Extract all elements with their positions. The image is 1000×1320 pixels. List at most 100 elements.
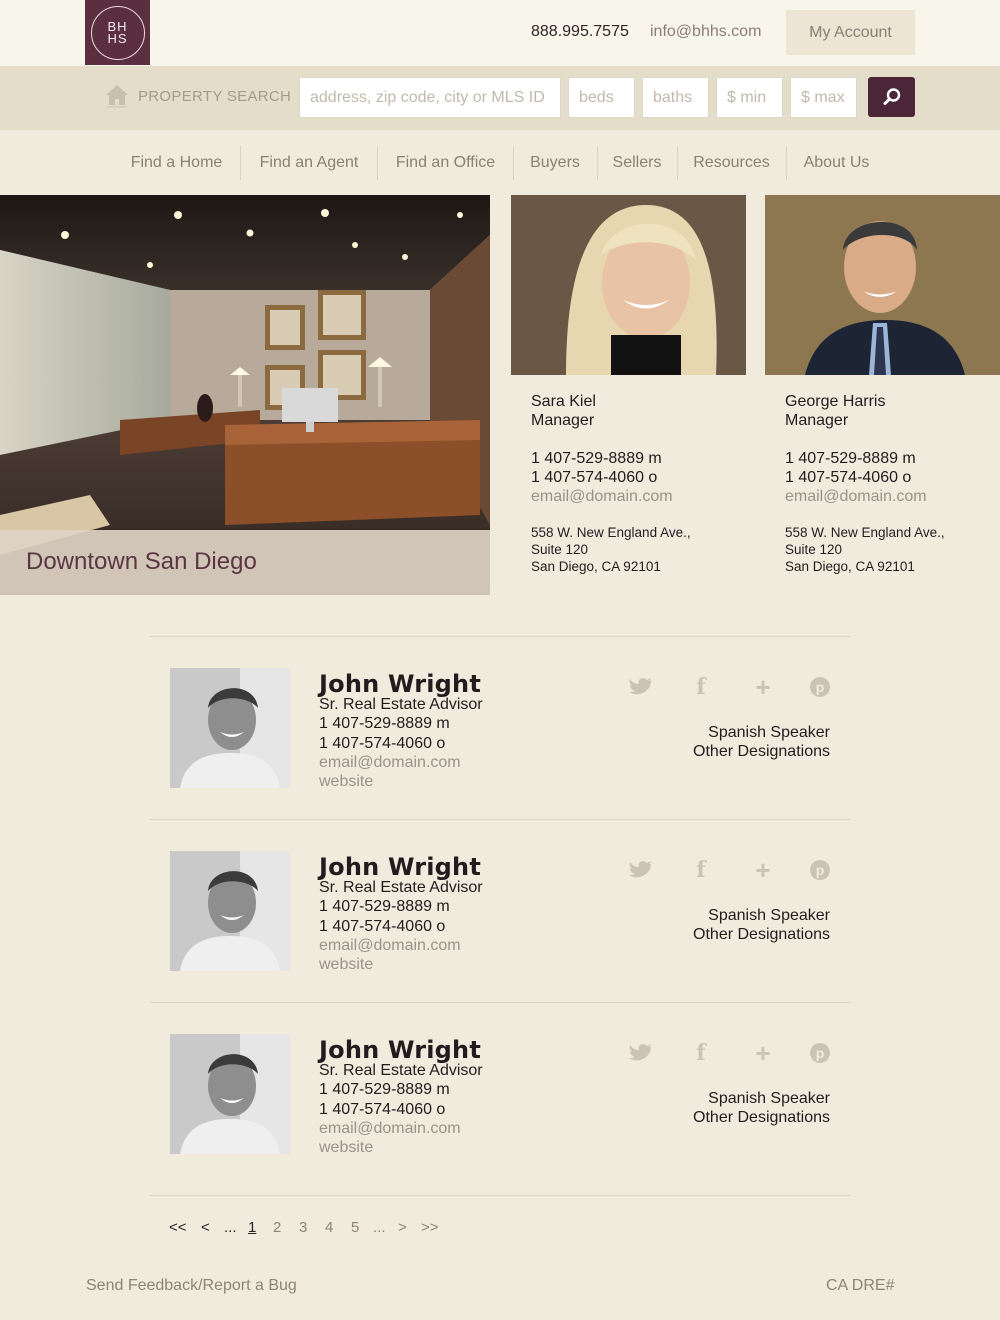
manager-name[interactable]: George Harris <box>785 392 1000 411</box>
manager-address-line: 558 W. New England Ave., <box>785 525 945 540</box>
agent-office-phone[interactable]: 1 407-574-4060 o <box>319 735 445 753</box>
agent-mobile[interactable]: 1 407-529-8889 m <box>319 715 450 733</box>
agent-name[interactable]: John Wright <box>319 670 481 698</box>
feedback-link[interactable]: Send Feedback/Report a Bug <box>86 1277 297 1295</box>
nav-find-an-office[interactable]: Find an Office <box>385 147 506 179</box>
agent-website[interactable]: website <box>319 956 373 974</box>
agent-designation: Other Designations <box>693 926 830 943</box>
svg-text:p: p <box>816 1045 825 1061</box>
pagination-next[interactable]: > <box>398 1219 407 1236</box>
section-divider <box>150 636 851 637</box>
pagination-page-5[interactable]: 5 <box>351 1219 359 1236</box>
manager-card: Sara Kiel Manager 1 407-529-8889 m 1 407… <box>531 392 746 575</box>
twitter-icon[interactable] <box>629 676 655 698</box>
twitter-icon[interactable] <box>629 1042 655 1064</box>
manager-portrait-image <box>511 195 746 375</box>
my-account-button[interactable]: My Account <box>786 10 915 55</box>
pagination-page-2[interactable]: 2 <box>273 1219 281 1236</box>
agent-designation: Other Designations <box>693 1109 830 1126</box>
agent-row: John Wright Sr. Real Estate Advisor 1 40… <box>150 668 851 808</box>
manager-office-phone[interactable]: 1 407-574-4060 o <box>785 468 1000 487</box>
agent-mobile[interactable]: 1 407-529-8889 m <box>319 898 450 916</box>
nav-sellers[interactable]: Sellers <box>604 147 670 179</box>
manager-email[interactable]: email@domain.com <box>531 487 746 507</box>
nav-divider <box>240 146 241 180</box>
pinterest-icon[interactable]: p <box>807 676 833 698</box>
agent-office-phone[interactable]: 1 407-574-4060 o <box>319 918 445 936</box>
pagination-last[interactable]: >> <box>421 1219 439 1236</box>
address-search-input[interactable] <box>299 77 561 118</box>
manager-name[interactable]: Sara Kiel <box>531 392 746 411</box>
baths-input[interactable] <box>642 77 709 118</box>
beds-input[interactable] <box>568 77 635 118</box>
manager-photo-sara <box>511 195 746 375</box>
agent-name[interactable]: John Wright <box>319 1036 481 1064</box>
google-plus-icon[interactable]: + <box>750 855 776 885</box>
search-button[interactable] <box>868 77 915 117</box>
pagination-page-1[interactable]: 1 <box>248 1219 256 1236</box>
agent-mobile[interactable]: 1 407-529-8889 m <box>319 1081 450 1099</box>
agent-photo[interactable] <box>170 851 290 971</box>
manager-mobile[interactable]: 1 407-529-8889 m <box>531 449 746 468</box>
manager-address-line: Suite 120 <box>785 542 843 557</box>
manager-office-phone[interactable]: 1 407-574-4060 o <box>531 468 746 487</box>
agent-website[interactable]: website <box>319 773 373 791</box>
facebook-icon[interactable]: f <box>688 674 714 700</box>
nav-divider <box>377 146 378 180</box>
svg-text:p: p <box>816 862 825 878</box>
min-price-input[interactable] <box>716 77 783 118</box>
nav-divider <box>513 146 514 180</box>
pagination-first[interactable]: << <box>169 1219 187 1236</box>
nav-find-a-home[interactable]: Find a Home <box>120 147 233 179</box>
pagination-prev[interactable]: < <box>201 1219 210 1236</box>
agent-email[interactable]: email@domain.com <box>319 1120 461 1138</box>
agent-portrait-image <box>170 851 290 971</box>
search-icon <box>883 88 900 105</box>
nav-divider <box>597 146 598 180</box>
brand-logo[interactable]: BH HS <box>85 0 150 65</box>
nav-buyers[interactable]: Buyers <box>521 147 589 179</box>
manager-email[interactable]: email@domain.com <box>785 487 1000 507</box>
license-label: CA DRE# <box>826 1277 895 1294</box>
facebook-icon[interactable]: f <box>688 857 714 883</box>
home-icon <box>106 85 128 108</box>
pagination-page-3[interactable]: 3 <box>299 1219 307 1236</box>
header-email[interactable]: info@bhhs.com <box>650 23 761 41</box>
pagination-page-4[interactable]: 4 <box>325 1219 333 1236</box>
logo-seal-icon: BH HS <box>90 5 145 60</box>
nav-find-an-agent[interactable]: Find an Agent <box>248 147 370 179</box>
manager-title: Manager <box>531 412 595 429</box>
agent-photo[interactable] <box>170 668 290 788</box>
nav-divider <box>677 146 678 180</box>
nav-divider <box>786 146 787 180</box>
google-plus-icon[interactable]: + <box>750 672 776 702</box>
twitter-icon[interactable] <box>629 859 655 881</box>
property-search-bar: PROPERTY SEARCH <box>0 66 1000 130</box>
manager-photo-george <box>765 195 1000 375</box>
header-phone[interactable]: 888.995.7575 <box>531 23 629 41</box>
nav-about-us[interactable]: About Us <box>793 147 880 179</box>
agent-email[interactable]: email@domain.com <box>319 937 461 955</box>
office-name[interactable]: Downtown San Diego <box>26 548 257 576</box>
facebook-icon[interactable]: f <box>688 1040 714 1066</box>
agent-photo[interactable] <box>170 1034 290 1154</box>
agent-designation: Spanish Speaker <box>708 907 830 924</box>
agent-email[interactable]: email@domain.com <box>319 754 461 772</box>
agent-title: Sr. Real Estate Advisor <box>319 879 483 896</box>
agent-row: John Wright Sr. Real Estate Advisor 1 40… <box>150 851 851 991</box>
agent-row: John Wright Sr. Real Estate Advisor 1 40… <box>150 1034 851 1174</box>
manager-title: Manager <box>785 412 849 429</box>
manager-address-line: 558 W. New England Ave., <box>531 525 691 540</box>
pinterest-icon[interactable]: p <box>807 859 833 881</box>
manager-card: George Harris Manager 1 407-529-8889 m 1… <box>785 392 1000 575</box>
agent-website[interactable]: website <box>319 1139 373 1157</box>
manager-address-line: Suite 120 <box>531 542 589 557</box>
agent-name[interactable]: John Wright <box>319 853 481 881</box>
nav-resources[interactable]: Resources <box>685 147 778 179</box>
pinterest-icon[interactable]: p <box>807 1042 833 1064</box>
manager-mobile[interactable]: 1 407-529-8889 m <box>785 449 1000 468</box>
agent-office-phone[interactable]: 1 407-574-4060 o <box>319 1101 445 1119</box>
google-plus-icon[interactable]: + <box>750 1038 776 1068</box>
max-price-input[interactable] <box>790 77 857 118</box>
logo-monogram: BH HS <box>107 18 128 46</box>
